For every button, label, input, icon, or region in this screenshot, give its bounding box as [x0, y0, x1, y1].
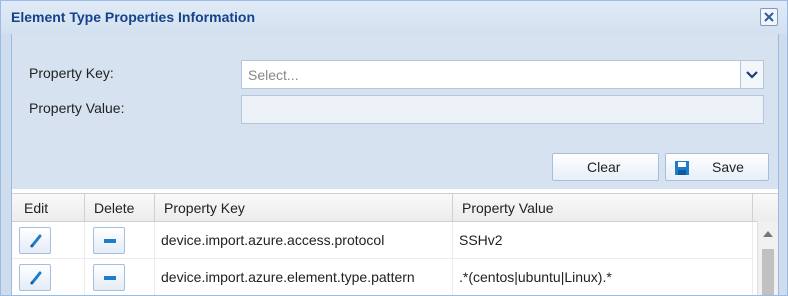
table-row[interactable]: device.import.azure.access.protocol SSHv… — [12, 222, 753, 259]
save-button-label: Save — [712, 159, 744, 175]
scrollbar-thumb[interactable] — [762, 249, 774, 295]
property-key-input[interactable] — [242, 61, 740, 88]
property-form: Property Key: Property Value: Clear Save — [11, 34, 779, 189]
close-icon — [764, 12, 774, 22]
properties-grid: Edit Delete Property Key Property Value — [11, 189, 779, 295]
save-button[interactable]: Save — [665, 153, 769, 181]
edit-button[interactable] — [19, 227, 51, 254]
delete-cell — [85, 222, 155, 258]
property-value-label: Property Value: — [29, 100, 125, 116]
edit-cell — [12, 222, 85, 258]
delete-button[interactable] — [93, 227, 125, 254]
dialog-title: Element Type Properties Information — [11, 9, 256, 25]
chevron-down-icon — [746, 71, 758, 79]
column-header-delete[interactable]: Delete — [85, 194, 155, 221]
dialog-titlebar[interactable]: Element Type Properties Information — [1, 1, 787, 34]
close-button[interactable] — [760, 8, 778, 26]
grid-header: Edit Delete Property Key Property Value — [12, 193, 778, 222]
clear-button-label: Clear — [587, 159, 621, 175]
column-header-property-key[interactable]: Property Key — [155, 194, 453, 221]
property-key-dropdown-button[interactable] — [740, 61, 763, 88]
minus-icon — [104, 239, 116, 243]
property-key-label: Property Key: — [29, 65, 114, 81]
grid-vertical-scrollbar[interactable] — [757, 221, 778, 295]
property-value-cell: .*(centos|ubuntu|Linux).* — [453, 259, 753, 295]
edit-cell — [12, 259, 85, 295]
pencil-icon — [30, 234, 42, 248]
property-key-cell: device.import.azure.element.type.pattern — [155, 259, 453, 295]
minus-icon — [104, 276, 116, 280]
element-type-properties-dialog: Element Type Properties Information Prop… — [0, 0, 788, 296]
floppy-disk-icon — [675, 161, 689, 175]
column-header-edit[interactable]: Edit — [12, 194, 85, 221]
delete-cell — [85, 259, 155, 295]
column-header-property-value[interactable]: Property Value — [453, 194, 753, 221]
property-key-combobox[interactable] — [241, 60, 764, 89]
property-key-cell: device.import.azure.access.protocol — [155, 222, 453, 258]
property-value-field[interactable] — [241, 95, 764, 124]
property-value-cell: SSHv2 — [453, 222, 753, 258]
scroll-up-icon[interactable] — [763, 230, 773, 237]
clear-button[interactable]: Clear — [552, 153, 659, 181]
pencil-icon — [30, 271, 42, 285]
edit-button[interactable] — [19, 264, 51, 291]
delete-button[interactable] — [93, 264, 125, 291]
table-row[interactable]: device.import.azure.element.type.pattern… — [12, 259, 753, 295]
